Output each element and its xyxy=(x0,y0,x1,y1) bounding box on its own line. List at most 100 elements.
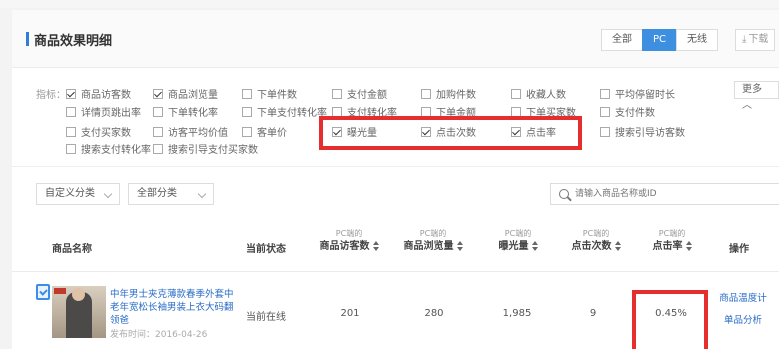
col-header-impressions[interactable]: PC端的 曝光量 xyxy=(482,228,554,254)
col-header-prefix: PC端的 xyxy=(658,229,686,238)
metric-checkbox[interactable]: 下单件数 xyxy=(242,86,297,101)
product-search[interactable] xyxy=(550,183,779,205)
single-product-analysis-link[interactable]: 单品分析 xyxy=(708,312,778,326)
cell-visitors: 201 xyxy=(340,308,360,319)
col-header-label: 点击次数 xyxy=(571,241,612,252)
checkbox-box[interactable] xyxy=(153,88,163,99)
metric-checkbox[interactable]: 搜索引导支付买家数 xyxy=(153,141,258,156)
metric-checkbox[interactable]: 商品访客数 xyxy=(66,86,131,101)
metric-label: 收藏人数 xyxy=(526,90,566,101)
product-thumbnail[interactable] xyxy=(52,286,106,338)
checkbox-box[interactable] xyxy=(66,106,76,117)
segment-wireless[interactable]: 无线 xyxy=(676,29,719,51)
checkbox-box[interactable] xyxy=(421,88,431,99)
col-header-label: 商品访客数 xyxy=(319,241,370,252)
checkbox-box[interactable] xyxy=(153,126,163,137)
col-header-name: 商品名称 xyxy=(52,244,92,255)
sort-icon[interactable] xyxy=(531,241,538,251)
col-header-label: 曝光量 xyxy=(498,241,529,252)
select-value: 自定义分类 xyxy=(45,188,95,199)
metric-label: 下单件数 xyxy=(257,90,297,101)
custom-category-select[interactable]: 自定义分类 xyxy=(36,183,120,205)
metric-label: 访客平均价值 xyxy=(168,128,228,139)
cell-status: 当前在线 xyxy=(246,312,286,323)
checkbox-box[interactable] xyxy=(66,126,76,137)
chevron-down-icon xyxy=(197,189,207,199)
metric-label: 搜索引导支付买家数 xyxy=(168,145,258,156)
metric-checkbox[interactable]: 支付件数 xyxy=(600,104,655,119)
metric-label: 搜索支付转化率 xyxy=(81,145,151,156)
panel-title: 商品效果明细 xyxy=(34,34,113,49)
metric-checkbox[interactable]: 支付买家数 xyxy=(66,124,131,139)
download-label: 下载 xyxy=(748,34,769,45)
checkbox-box[interactable] xyxy=(153,143,163,154)
checkbox-box[interactable] xyxy=(242,88,252,99)
metric-checkbox[interactable]: 详情页跳出率 xyxy=(66,104,141,119)
metric-label: 平均停留时长 xyxy=(615,90,675,101)
metric-label: 支付金额 xyxy=(347,90,387,101)
checkbox-box[interactable] xyxy=(600,88,610,99)
sort-icon[interactable] xyxy=(372,241,379,251)
title-accent-bar xyxy=(26,32,29,46)
metric-checkbox[interactable]: 客单价 xyxy=(242,124,287,139)
product-effect-panel: 商品效果明细 全部 PC 无线 ⤓ 下载 指标： 商品访客数 商品浏览量 下单件… xyxy=(12,10,779,349)
checkbox-box[interactable] xyxy=(66,88,76,99)
col-header-label: 点击率 xyxy=(652,241,683,252)
metric-checkbox[interactable]: 加购件数 xyxy=(421,86,476,101)
checkbox-box[interactable] xyxy=(511,106,521,117)
col-header-status: 当前状态 xyxy=(246,244,286,255)
checkbox-box[interactable] xyxy=(66,143,76,154)
metric-label: 详情页跳出率 xyxy=(81,108,141,119)
publish-time: 发布时间：2016-04-26 xyxy=(110,330,208,340)
search-icon xyxy=(559,189,569,199)
metric-checkbox[interactable]: 商品浏览量 xyxy=(153,86,218,101)
metric-label: 下单转化率 xyxy=(168,108,218,119)
all-category-select[interactable]: 全部分类 xyxy=(128,183,214,205)
metric-checkbox[interactable]: 平均停留时长 xyxy=(600,86,675,101)
chevron-down-icon xyxy=(103,189,113,199)
col-header-ctr[interactable]: PC端的 点击率 xyxy=(636,228,708,254)
metric-checkbox[interactable]: 下单支付转化率 xyxy=(242,104,327,119)
checkbox-box[interactable] xyxy=(511,88,521,99)
metric-label: 支付买家数 xyxy=(81,128,131,139)
metric-checkbox[interactable]: 收藏人数 xyxy=(511,86,566,101)
col-header-visitors[interactable]: PC端的 商品访客数 xyxy=(308,228,390,254)
checkbox-box[interactable] xyxy=(600,106,610,117)
metric-checkbox[interactable]: 访客平均价值 xyxy=(153,124,228,139)
segment-pc[interactable]: PC xyxy=(642,29,678,51)
metric-checkbox[interactable]: 搜索支付转化率 xyxy=(66,141,151,156)
product-title-link[interactable]: 中年男士夹克薄款春季外套中老年宽松长袖男装上衣大码翻领爸 xyxy=(110,288,240,327)
col-header-prefix: PC端的 xyxy=(504,229,532,238)
highlight-box-metrics xyxy=(319,116,582,150)
product-thermometer-link[interactable]: 商品温度计 xyxy=(708,290,778,304)
checkbox-box[interactable] xyxy=(242,126,252,137)
checkbox-box[interactable] xyxy=(332,88,342,99)
checkbox-box[interactable] xyxy=(421,106,431,117)
more-metrics-button[interactable]: 更多 ︿ xyxy=(734,81,779,111)
download-button[interactable]: ⤓ 下载 xyxy=(735,29,776,51)
checkbox-box[interactable] xyxy=(600,126,610,137)
metric-checkbox[interactable]: 搜索引导访客数 xyxy=(600,124,685,139)
cell-views: 280 xyxy=(424,308,444,319)
segment-all[interactable]: 全部 xyxy=(601,29,643,51)
col-header-prefix: PC端的 xyxy=(335,229,363,238)
sort-icon[interactable] xyxy=(456,241,463,251)
col-header-prefix: PC端的 xyxy=(419,229,447,238)
cell-clicks: 9 xyxy=(589,308,597,319)
metric-checkbox[interactable]: 支付金额 xyxy=(332,86,387,101)
checkbox-box[interactable] xyxy=(242,106,252,117)
col-header-prefix: PC端的 xyxy=(582,229,610,238)
search-input[interactable] xyxy=(575,187,775,201)
sort-icon[interactable] xyxy=(685,241,692,251)
checkbox-box[interactable] xyxy=(332,106,342,117)
col-header-clicks[interactable]: PC端的 点击次数 xyxy=(560,228,632,254)
thumb-head xyxy=(72,288,85,301)
metric-checkbox[interactable]: 下单转化率 xyxy=(153,104,218,119)
metric-label: 商品浏览量 xyxy=(168,90,218,101)
col-header-views[interactable]: PC端的 商品浏览量 xyxy=(392,228,474,254)
metrics-label: 指标： xyxy=(36,90,66,101)
highlight-box-ctr xyxy=(632,290,708,349)
checkbox-box[interactable] xyxy=(153,106,163,117)
sort-icon[interactable] xyxy=(614,241,621,251)
cell-impressions: 1,985 xyxy=(502,308,532,319)
